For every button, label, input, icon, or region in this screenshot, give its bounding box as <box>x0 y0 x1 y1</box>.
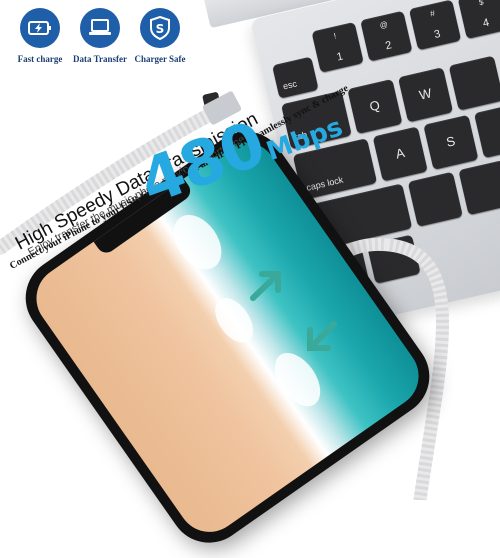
arrow-out-icon <box>250 271 281 301</box>
feature-label: Charger Safe <box>134 54 186 64</box>
svg-text:S: S <box>156 22 165 36</box>
feature-charger-safe: S Charger Safe <box>122 8 198 64</box>
shield-s-icon: S <box>140 8 180 48</box>
laptop-icon <box>80 8 120 48</box>
arrow-in-icon <box>307 321 337 351</box>
battery-bolt-icon <box>20 8 60 48</box>
